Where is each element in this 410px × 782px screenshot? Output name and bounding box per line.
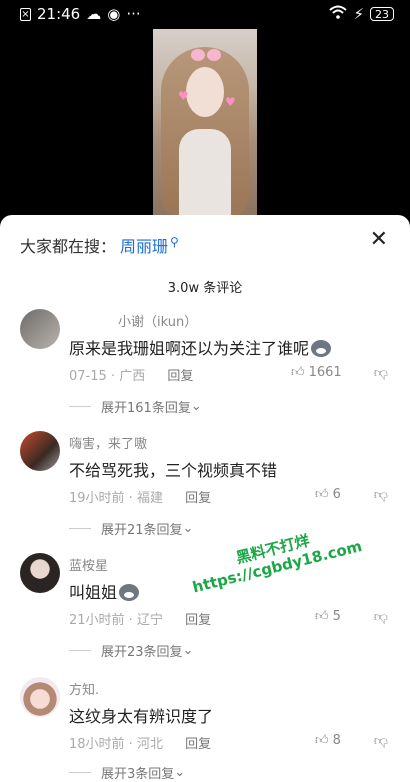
status-bar: × 21:46 ☁ ◉ ··· ⚡ 23: [0, 0, 410, 28]
chevron-down-icon: ⌄: [174, 765, 186, 780]
cloud-icon: ☁: [86, 5, 102, 23]
comment-meta: 21小时前 · 辽宁 回复: [69, 613, 212, 628]
husky-emoji-icon: [119, 584, 140, 601]
battery-indicator: 23: [370, 7, 394, 21]
like-button[interactable]: 👍︎ 1661: [291, 365, 342, 380]
thumb-up-icon: 👍︎: [315, 487, 329, 502]
avatar[interactable]: [20, 677, 60, 717]
reply-button[interactable]: 回复: [185, 491, 211, 506]
comment-count: 3.0w 条评论: [167, 281, 243, 296]
comment-meta: 18小时前 · 河北 回复: [69, 737, 212, 752]
expand-replies-button[interactable]: 展开3条回复 ⌄: [69, 763, 185, 782]
search-suggestion[interactable]: 大家都在搜： 周丽珊 ⚲: [20, 233, 179, 257]
avatar[interactable]: [20, 431, 60, 471]
comment-text: 原来是我珊姐啊还以为关注了谁呢: [69, 335, 332, 359]
comment-username[interactable]: 小谢（ikun）: [118, 311, 197, 330]
comment-meta: 19小时前 · 福建 回复: [69, 491, 212, 506]
like-button[interactable]: 👍︎ 8: [315, 733, 341, 748]
like-button[interactable]: 👍︎ 6: [315, 487, 341, 502]
chevron-down-icon: ⌄: [182, 521, 194, 536]
reply-button[interactable]: 回复: [185, 613, 211, 628]
comment-username[interactable]: 方知.: [69, 679, 99, 698]
expand-replies-button[interactable]: 展开21条回复 ⌄: [69, 519, 193, 538]
charging-icon: ⚡: [353, 5, 364, 23]
dislike-icon[interactable]: 👎︎: [374, 732, 388, 749]
avatar[interactable]: [20, 309, 60, 349]
like-button[interactable]: 👍︎ 5: [315, 609, 341, 624]
thumb-up-icon: 👍︎: [315, 733, 329, 748]
heart-sticker-icon: ♥: [178, 89, 189, 103]
wifi-icon: [329, 5, 348, 23]
compass-icon: ◉: [107, 5, 121, 23]
comment-username[interactable]: 蓝桉星: [69, 555, 108, 574]
comment-text: 不给骂死我，三个视频真不错: [69, 461, 278, 480]
status-time: 21:46: [37, 5, 81, 23]
comment-username[interactable]: 嗨害，来了嗷: [69, 433, 147, 452]
comment-sheet: 大家都在搜： 周丽珊 ⚲ ✕ 3.0w 条评论 小谢（ikun） 原来是我珊姐啊…: [0, 215, 410, 782]
husky-emoji-icon: [311, 340, 332, 357]
search-icon: ⚲: [170, 235, 179, 249]
heart-sticker-icon: ♥: [225, 95, 236, 109]
chevron-down-icon: ⌄: [182, 643, 194, 658]
search-term-link[interactable]: 周丽珊: [120, 233, 168, 257]
video-player[interactable]: ♥ ♥: [153, 29, 257, 215]
dislike-icon[interactable]: 👎︎: [374, 608, 388, 625]
comment-text: 叫姐姐: [69, 579, 140, 603]
comment-text: 这纹身太有辨识度了: [69, 707, 214, 726]
close-icon[interactable]: ✕: [370, 227, 388, 252]
expand-replies-button[interactable]: 展开161条回复 ⌄: [69, 397, 202, 416]
more-status-icon: ···: [126, 5, 141, 23]
avatar[interactable]: [20, 553, 60, 593]
expand-replies-button[interactable]: 展开23条回复 ⌄: [69, 641, 193, 660]
person-face: [186, 67, 224, 117]
dislike-icon[interactable]: 👎︎: [374, 364, 388, 381]
notification-icon: ×: [20, 7, 31, 21]
thumb-up-icon: 👍︎: [291, 365, 305, 380]
reply-button[interactable]: 回复: [167, 369, 193, 384]
search-prefix: 大家都在搜：: [20, 237, 117, 256]
chevron-down-icon: ⌄: [190, 399, 202, 414]
comment-meta: 07-15 · 广西 回复: [69, 369, 194, 384]
dislike-icon[interactable]: 👎︎: [374, 486, 388, 503]
thumb-up-icon: 👍︎: [315, 609, 329, 624]
reply-button[interactable]: 回复: [185, 737, 211, 752]
